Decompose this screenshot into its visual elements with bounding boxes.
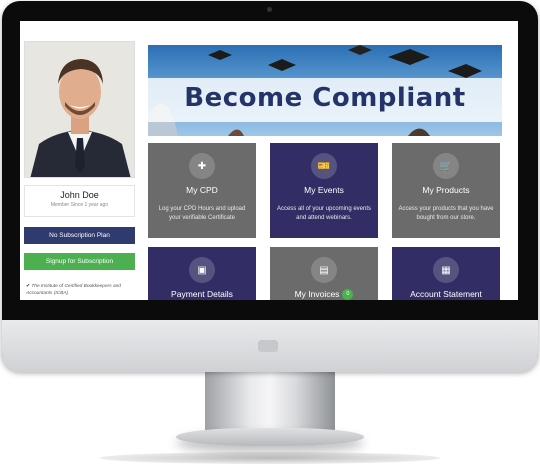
camera-icon: [267, 7, 272, 12]
tile-description: Access your products that you have bough…: [398, 206, 494, 221]
tile-my-cpd[interactable]: ✚ My CPD Log your CPD Hours and upload y…: [148, 143, 256, 238]
tile-title: My Events: [304, 185, 344, 195]
plus-icon: ✚: [189, 153, 215, 179]
card-icon: ▣: [189, 257, 215, 283]
tile-my-events[interactable]: 🎫 My Events Access all of your upcoming …: [270, 143, 378, 238]
tile-my-invoices[interactable]: ▤ My Invoices 0: [270, 247, 378, 300]
person-photo: [25, 42, 134, 177]
logo-icon: [258, 340, 278, 352]
member-since: Member Since 1 year ago: [50, 202, 109, 208]
tile-title: Payment Details: [171, 289, 233, 299]
signup-subscription-button[interactable]: Signup for Subscription: [24, 253, 135, 270]
monitor-stand-neck: [205, 370, 335, 436]
membership-label: The Institute of Certified Bookkeepers a…: [26, 284, 121, 296]
subscription-plan-button[interactable]: No Subscription Plan: [24, 227, 135, 244]
invoice-count-badge: 0: [342, 289, 354, 300]
tile-description: Log your CPD Hours and upload your verif…: [158, 206, 246, 221]
tile-title: My Products: [422, 185, 470, 195]
tile-title: My CPD: [186, 185, 218, 195]
profile-sidebar: John Doe Member Since 1 year ago No Subs…: [24, 41, 135, 300]
profile-card: John Doe Member Since 1 year ago: [24, 185, 135, 217]
tile-title-text: My Invoices: [294, 289, 340, 299]
screen: John Doe Member Since 1 year ago No Subs…: [20, 21, 518, 300]
statement-icon: ▦: [433, 257, 459, 283]
stand-shadow: [100, 452, 440, 464]
invoice-icon: ▤: [311, 257, 337, 283]
ticket-icon: 🎫: [311, 153, 337, 179]
membership-item: ✔ The Institute of Certified Bookkeepers…: [26, 284, 134, 297]
tile-title: Account Statement: [410, 289, 482, 299]
tile-payment-details[interactable]: ▣ Payment Details: [148, 247, 256, 300]
avatar: [24, 41, 135, 178]
tile-title: My Invoices 0: [270, 289, 378, 300]
monitor-stand-base: [176, 428, 364, 446]
tile-description: Access all of your upcoming events and a…: [276, 206, 372, 221]
banner-title: Become Compliant: [184, 83, 466, 113]
tile-account-statement[interactable]: ▦ Account Statement: [392, 247, 500, 300]
cart-icon: 🛒: [433, 153, 459, 179]
compliance-banner[interactable]: Become Compliant: [148, 45, 502, 136]
check-icon: ✔: [26, 284, 31, 289]
profile-name: John Doe: [60, 190, 99, 200]
tile-my-products[interactable]: 🛒 My Products Access your products that …: [392, 143, 500, 238]
